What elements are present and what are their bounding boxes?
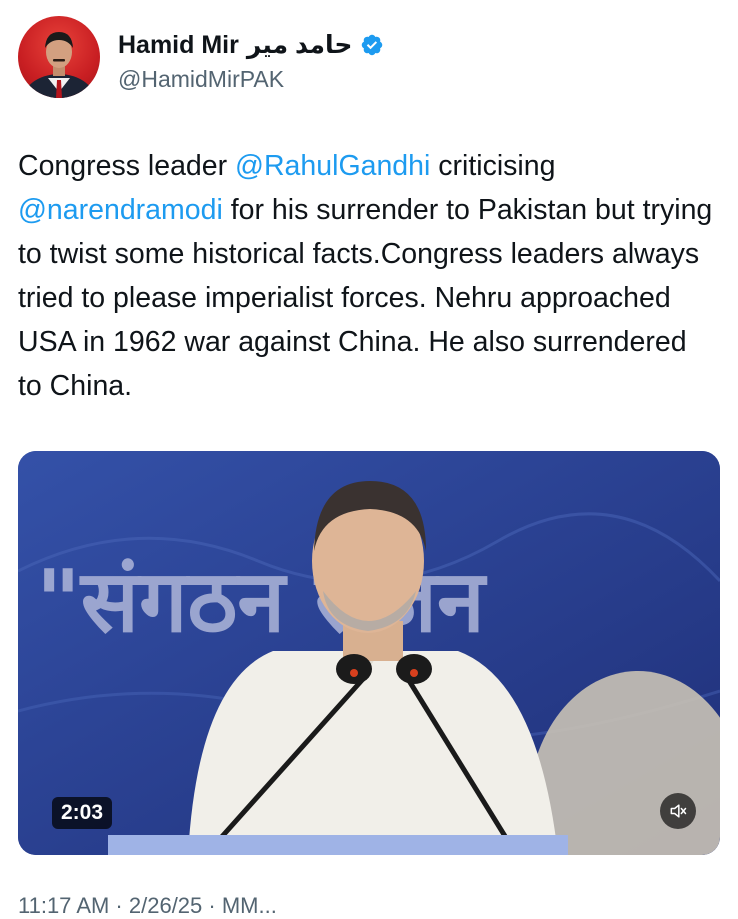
video-duration: 2:03 xyxy=(52,797,113,829)
author-display-name-urdu[interactable]: حامد میر xyxy=(247,30,353,60)
tweet-body: Congress leader @RahulGandhi criticising… xyxy=(18,144,718,408)
tweet-text-segment: criticising xyxy=(430,150,556,182)
author-handle[interactable]: @HamidMirPAK xyxy=(118,66,284,93)
mention-link[interactable]: @RahulGandhi xyxy=(235,150,430,182)
tweet-timestamp[interactable]: 11:17 AM · 2/26/25 · MM... xyxy=(18,893,277,919)
mention-link[interactable]: @narendramodi xyxy=(18,194,223,226)
mute-button[interactable] xyxy=(660,793,696,829)
verified-badge-icon xyxy=(360,33,384,57)
video-frame: "संगठन सृजन xyxy=(18,451,720,855)
avatar-portrait-icon xyxy=(21,32,97,98)
tweet-header: Hamid Mir حامد میر @HamidMirPAK xyxy=(18,16,718,102)
video-player[interactable]: "संगठन सृजन 2:03 xyxy=(18,451,720,855)
author-display-name[interactable]: Hamid Mir xyxy=(118,31,239,60)
author-avatar[interactable] xyxy=(18,16,100,98)
tweet-text-segment: Congress leader xyxy=(18,150,236,182)
speaker-muted-icon xyxy=(668,801,688,821)
